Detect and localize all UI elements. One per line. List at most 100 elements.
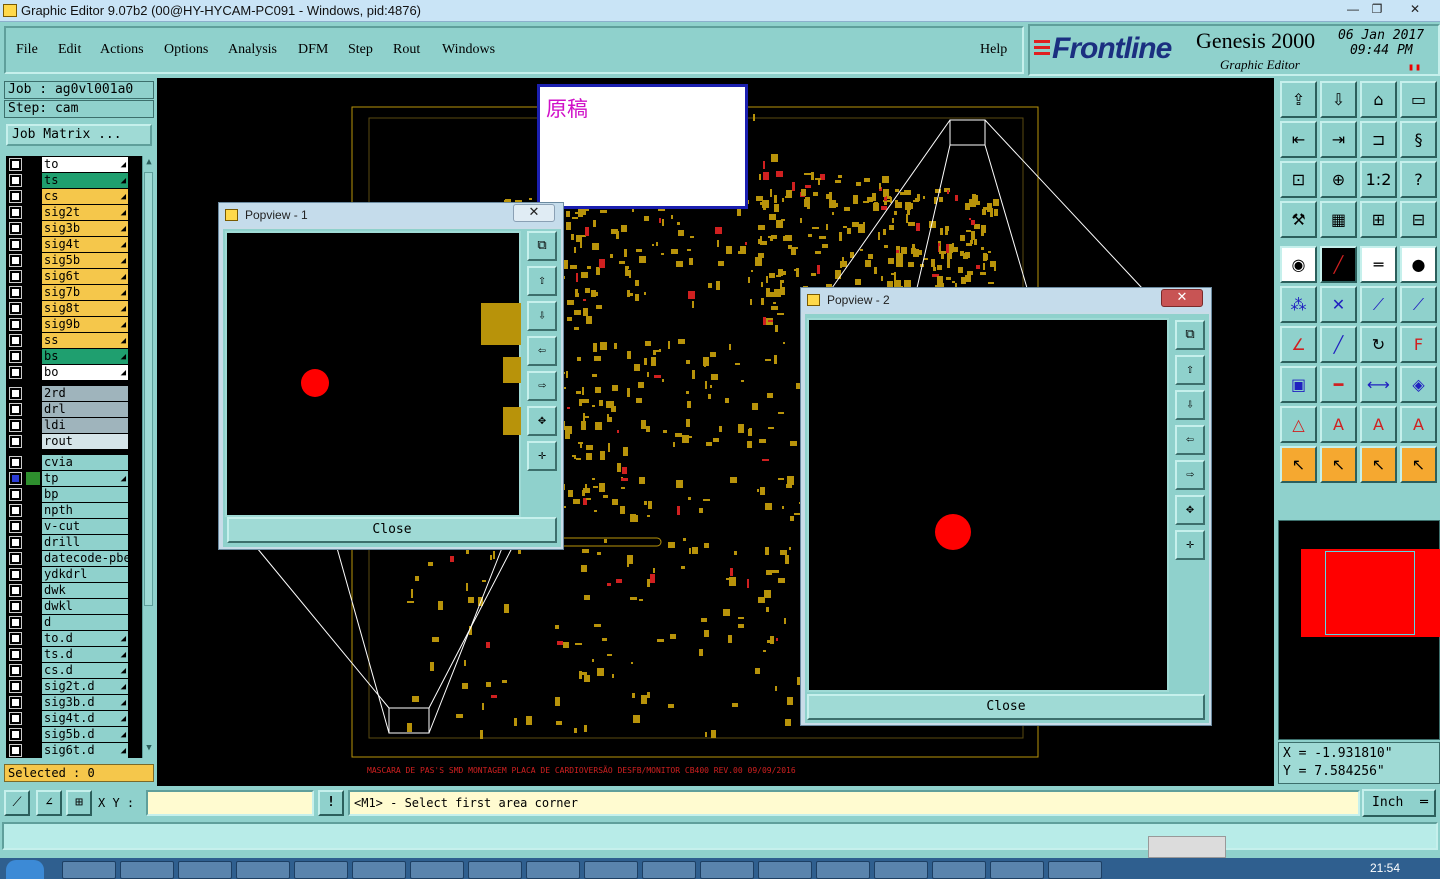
taskbar-app[interactable] — [178, 861, 232, 879]
scroll-down-icon[interactable]: ▼ — [143, 743, 155, 757]
layer-row[interactable]: ydkdrl — [6, 567, 142, 582]
layer-name[interactable]: d — [42, 615, 128, 630]
layer-checkbox[interactable] — [9, 728, 22, 741]
taskbar-app[interactable] — [526, 861, 580, 879]
layer-name[interactable]: sig8t ◢ — [42, 301, 128, 316]
layer-checkbox[interactable] — [9, 456, 22, 469]
layer-affected-toggle[interactable] — [26, 744, 40, 757]
layer-checkbox[interactable] — [9, 568, 22, 581]
layer-name[interactable]: drill — [42, 535, 128, 550]
layer-row[interactable]: bp — [6, 487, 142, 502]
menu-actions[interactable]: Actions — [100, 42, 144, 58]
layer-name[interactable]: sig6t ◢ — [42, 269, 128, 284]
pan-right-icon[interactable]: ⇨ — [527, 371, 557, 401]
layer-checkbox[interactable] — [9, 712, 22, 725]
home-icon[interactable]: ⌂ — [1360, 81, 1397, 118]
line-draw-icon[interactable]: ╱ — [1320, 246, 1357, 283]
taskbar-app[interactable] — [700, 861, 754, 879]
layer-checkbox[interactable] — [9, 504, 22, 517]
connect-icon[interactable]: ⟋ — [1360, 286, 1397, 323]
layer-name[interactable]: npth — [42, 503, 128, 518]
layer-checkbox[interactable] — [9, 472, 22, 485]
layer-checkbox[interactable] — [9, 632, 22, 645]
layer-row[interactable]: to ◢ — [6, 157, 142, 172]
layer-row[interactable]: tp ◢ — [6, 471, 142, 486]
layer-name[interactable]: ydkdrl — [42, 567, 128, 582]
grid-icon[interactable]: ▦ — [1320, 201, 1357, 238]
layer-name[interactable]: ldi — [42, 418, 128, 433]
layer-row[interactable]: sig3b.d ◢ — [6, 695, 142, 710]
layer-checkbox[interactable] — [9, 222, 22, 235]
layer-checkbox[interactable] — [9, 334, 22, 347]
layer-affected-toggle[interactable] — [26, 712, 40, 725]
layer-affected-toggle[interactable] — [26, 174, 40, 187]
layer-row[interactable]: ss ◢ — [6, 333, 142, 348]
layer-affected-toggle[interactable] — [26, 302, 40, 315]
menu-windows[interactable]: Windows — [442, 42, 495, 58]
layer-row[interactable]: sig6t.d ◢ — [6, 743, 142, 758]
select-box-icon[interactable]: ↖ — [1320, 446, 1357, 483]
layer-name[interactable]: sig4t.d ◢ — [42, 711, 128, 726]
menu-options[interactable]: Options — [164, 42, 208, 58]
layer-affected-toggle[interactable] — [26, 254, 40, 267]
zoom-in-icon[interactable]: ✛ — [527, 441, 557, 471]
zoom-window-icon[interactable]: ⧉ — [1175, 320, 1205, 350]
dimension-icon[interactable]: ⟷ — [1360, 366, 1397, 403]
layer-checkbox[interactable] — [9, 387, 22, 400]
layer-scrollbar[interactable]: ▲ ▼ — [142, 156, 154, 758]
alert-button[interactable]: ! — [318, 790, 344, 816]
layer-affected-toggle[interactable] — [26, 568, 40, 581]
angle-icon[interactable]: ∠ — [1280, 326, 1317, 363]
taskbar-app[interactable] — [932, 861, 986, 879]
layer-row[interactable]: drl — [6, 402, 142, 417]
layer-checkbox[interactable] — [9, 488, 22, 501]
popview-2-close-button[interactable]: Close — [807, 694, 1205, 720]
layer-checkbox[interactable] — [9, 536, 22, 549]
layer-row[interactable]: ldi — [6, 418, 142, 433]
layer-filter-icon[interactable]: ⊟ — [1400, 201, 1437, 238]
layer-name[interactable]: sig7b ◢ — [42, 285, 128, 300]
layer-name[interactable]: to.d ◢ — [42, 631, 128, 646]
pan-up-icon[interactable]: ⇧ — [527, 266, 557, 296]
layer-affected-toggle[interactable] — [26, 403, 40, 416]
pan-up-icon[interactable]: ⇧ — [1175, 355, 1205, 385]
close-window-button[interactable]: ✕ — [1396, 0, 1434, 20]
pan-down-icon[interactable]: ⇩ — [1175, 390, 1205, 420]
redraw-icon[interactable]: § — [1400, 121, 1437, 158]
layer-name[interactable]: bo ◢ — [42, 365, 128, 380]
layer-checkbox[interactable] — [9, 680, 22, 693]
layer-affected-toggle[interactable] — [26, 206, 40, 219]
zoom-fit-icon[interactable]: ⊡ — [1280, 161, 1317, 198]
layer-name[interactable]: sig2t.d ◢ — [42, 679, 128, 694]
layer-row[interactable]: sig7b ◢ — [6, 285, 142, 300]
layer-row[interactable]: sig3b ◢ — [6, 221, 142, 236]
text-a-line-icon[interactable]: A — [1400, 406, 1437, 443]
layer-name[interactable]: sig6t.d ◢ — [42, 743, 128, 758]
layer-row[interactable]: sig8t ◢ — [6, 301, 142, 316]
layer-affected-toggle[interactable] — [26, 456, 40, 469]
layer-affected-toggle[interactable] — [26, 696, 40, 709]
menu-file[interactable]: File — [16, 42, 38, 58]
layer-checkbox[interactable] — [9, 552, 22, 565]
taskbar-app[interactable] — [758, 861, 812, 879]
layer-name[interactable]: sig5b ◢ — [42, 253, 128, 268]
triangle-icon[interactable]: △ — [1280, 406, 1317, 443]
layer-checkbox[interactable] — [9, 616, 22, 629]
layer-row[interactable]: sig5b ◢ — [6, 253, 142, 268]
layer-name[interactable]: sig3b.d ◢ — [42, 695, 128, 710]
layer-name[interactable]: sig5b.d ◢ — [42, 727, 128, 742]
pause-icon[interactable]: ▮▮ — [1408, 62, 1422, 73]
layer-checkbox[interactable] — [9, 584, 22, 597]
node-icon[interactable]: ⁂ — [1280, 286, 1317, 323]
layer-name[interactable]: sig4t ◢ — [42, 237, 128, 252]
group-icon[interactable]: ◈ — [1400, 366, 1437, 403]
taskbar-app[interactable] — [468, 861, 522, 879]
snap-icon[interactable]: ⟋ — [4, 790, 30, 816]
layer-row[interactable]: cvia — [6, 455, 142, 470]
layer-affected-toggle[interactable] — [26, 387, 40, 400]
menu-edit[interactable]: Edit — [58, 42, 81, 58]
layer-checkbox[interactable] — [9, 238, 22, 251]
help-icon[interactable]: ? — [1400, 161, 1437, 198]
layer-affected-toggle[interactable] — [26, 190, 40, 203]
layer-checkbox[interactable] — [9, 206, 22, 219]
